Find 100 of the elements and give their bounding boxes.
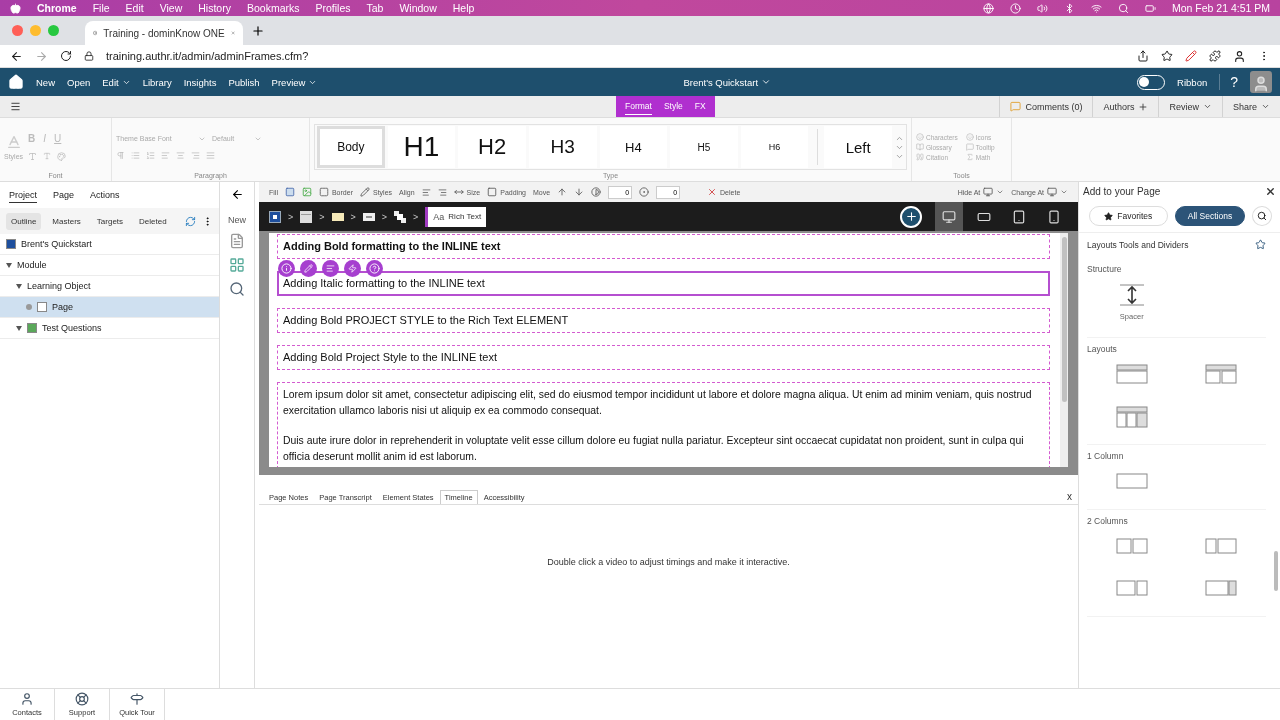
info-button[interactable]: [278, 260, 295, 277]
type-style-button[interactable]: H5: [670, 126, 738, 168]
authors-button[interactable]: Authors: [1092, 96, 1159, 117]
menu-item[interactable]: Tab: [366, 2, 384, 14]
new-search-page-icon[interactable]: [229, 281, 245, 297]
extensions-puzzle-icon[interactable]: [1209, 50, 1221, 62]
monitor-icon: [983, 187, 994, 197]
favorite-star-icon[interactable]: [1255, 239, 1266, 250]
tree-item[interactable]: Brent's Quickstart: [0, 234, 219, 255]
menu-item[interactable]: Profiles: [315, 2, 351, 14]
project-menu[interactable]: Brent's Quickstart: [683, 76, 772, 88]
action-button[interactable]: [344, 260, 361, 277]
status-dot-icon: [26, 304, 32, 310]
edit-button[interactable]: [300, 260, 317, 277]
layout-tile[interactable]: [1205, 364, 1238, 386]
browser-tab[interactable]: Training - dominKnow ONE: [85, 21, 243, 45]
tree-item[interactable]: Module: [0, 255, 219, 276]
caret-icon: [1261, 102, 1270, 111]
breadcrumb-current[interactable]: Aa Rich Text: [425, 206, 487, 227]
breadcrumb-item[interactable]: [331, 211, 344, 222]
type-style-button[interactable]: H2: [458, 126, 526, 168]
new-question-icon[interactable]: [229, 257, 245, 273]
address-field[interactable]: training.authr.it/admin/adminFrames.cfm?: [106, 50, 1125, 62]
menu-item[interactable]: History: [198, 2, 231, 14]
nav-menu-item[interactable]: Library: [142, 76, 172, 88]
format-button[interactable]: [322, 260, 339, 277]
menu-item[interactable]: Window: [399, 2, 437, 14]
breadcrumb-item[interactable]: [362, 212, 375, 221]
new-page-icon[interactable]: [229, 233, 245, 249]
add-button[interactable]: [900, 205, 922, 228]
close-icon[interactable]: [1265, 185, 1276, 197]
nav-menu-item[interactable]: Insights: [183, 76, 217, 88]
filter-button[interactable]: Favorites: [1089, 206, 1168, 226]
help-button[interactable]: [366, 260, 383, 277]
outline-tab[interactable]: Masters: [47, 212, 86, 230]
fill-image-icon[interactable]: [301, 187, 312, 197]
review-button[interactable]: Review: [1158, 96, 1222, 117]
menu-item[interactable]: Bookmarks: [246, 2, 300, 14]
menu-item[interactable]: Edit: [125, 2, 144, 14]
type-style-button[interactable]: H3: [528, 126, 597, 168]
outline-tab[interactable]: Deleted: [134, 212, 172, 230]
breadcrumb-item[interactable]: [300, 210, 313, 223]
sync-icon[interactable]: [185, 215, 196, 227]
paragraph: Adding Bold PROJECT STYLE to the Rich Text ELEMENT: [283, 313, 570, 328]
tree-item[interactable]: Test Questions: [0, 318, 219, 339]
format-tab[interactable]: Style: [663, 98, 683, 115]
text-element[interactable]: Adding Italic formatting to the INLINE text: [277, 271, 1050, 296]
outline-tab[interactable]: Targets: [91, 212, 129, 230]
nav-menu-item[interactable]: Edit: [102, 76, 131, 88]
group-title: 2 Columns: [1087, 516, 1129, 526]
type-style-button[interactable]: Left: [824, 126, 892, 168]
close-button[interactable]: x: [1061, 491, 1078, 504]
help-button[interactable]: ?: [1219, 74, 1238, 90]
filter-button[interactable]: All Sections: [1174, 206, 1246, 226]
nav-menu-item[interactable]: Open: [67, 76, 91, 88]
color-icon[interactable]: [57, 152, 67, 161]
nav-menu-item[interactable]: Publish: [228, 76, 260, 88]
format-tab[interactable]: Format: [625, 98, 652, 115]
bookmark-star-icon[interactable]: [1161, 50, 1173, 62]
layout-tile[interactable]: [1115, 364, 1148, 386]
collapse-arrow-icon[interactable]: [230, 188, 244, 201]
forward-icon[interactable]: [35, 49, 48, 63]
panel-tab[interactable]: Page: [53, 187, 75, 203]
move-down-icon[interactable]: [574, 187, 585, 197]
type-style-button[interactable]: H1: [387, 126, 456, 168]
tree-item[interactable]: Page: [0, 297, 219, 318]
menu-item[interactable]: View: [159, 2, 183, 14]
menu-item[interactable]: Help: [452, 2, 475, 14]
nav-menu-item[interactable]: New: [36, 76, 55, 88]
indent-icon[interactable]: [437, 187, 447, 197]
avatar[interactable]: [1250, 71, 1272, 93]
panel-tab[interactable]: Actions: [90, 187, 120, 203]
type-style-button[interactable]: H4: [599, 126, 668, 168]
text-element[interactable]: [277, 382, 1050, 467]
layout-tile[interactable]: [1115, 406, 1148, 428]
breadcrumb-item[interactable]: [394, 210, 407, 223]
back-icon[interactable]: [10, 49, 23, 63]
home-icon[interactable]: [8, 74, 24, 90]
new-tab-icon[interactable]: [251, 23, 265, 38]
align-icon[interactable]: [421, 187, 431, 197]
text-element[interactable]: Adding Bold Project Style to the INLINE text: [277, 345, 1050, 370]
extension-icon[interactable]: [1185, 50, 1197, 62]
breadcrumb-item[interactable]: [269, 210, 281, 223]
share-button[interactable]: Share: [1221, 96, 1280, 117]
fill-color-icon[interactable]: [284, 187, 295, 197]
share-icon[interactable]: [1137, 50, 1149, 62]
reload-icon[interactable]: [60, 50, 72, 62]
format-tab[interactable]: FX: [694, 98, 706, 115]
profile-icon[interactable]: [1233, 49, 1246, 63]
close-window-button[interactable]: [12, 25, 23, 36]
type-style-button[interactable]: H6: [740, 126, 809, 168]
move-up-icon[interactable]: [557, 187, 568, 197]
menu-icon[interactable]: [10, 101, 21, 112]
outline-tab[interactable]: Outline: [6, 212, 42, 230]
text-element[interactable]: Adding Bold PROJECT STYLE to the Rich Text ELEMENT: [277, 308, 1050, 333]
panel-tab[interactable]: Project: [9, 187, 37, 203]
type-style-button[interactable]: Body: [317, 126, 385, 168]
menu-item[interactable]: File: [92, 2, 110, 14]
comments-button[interactable]: Comments (0): [999, 96, 1093, 117]
nav-menu-item[interactable]: Preview: [271, 76, 318, 88]
